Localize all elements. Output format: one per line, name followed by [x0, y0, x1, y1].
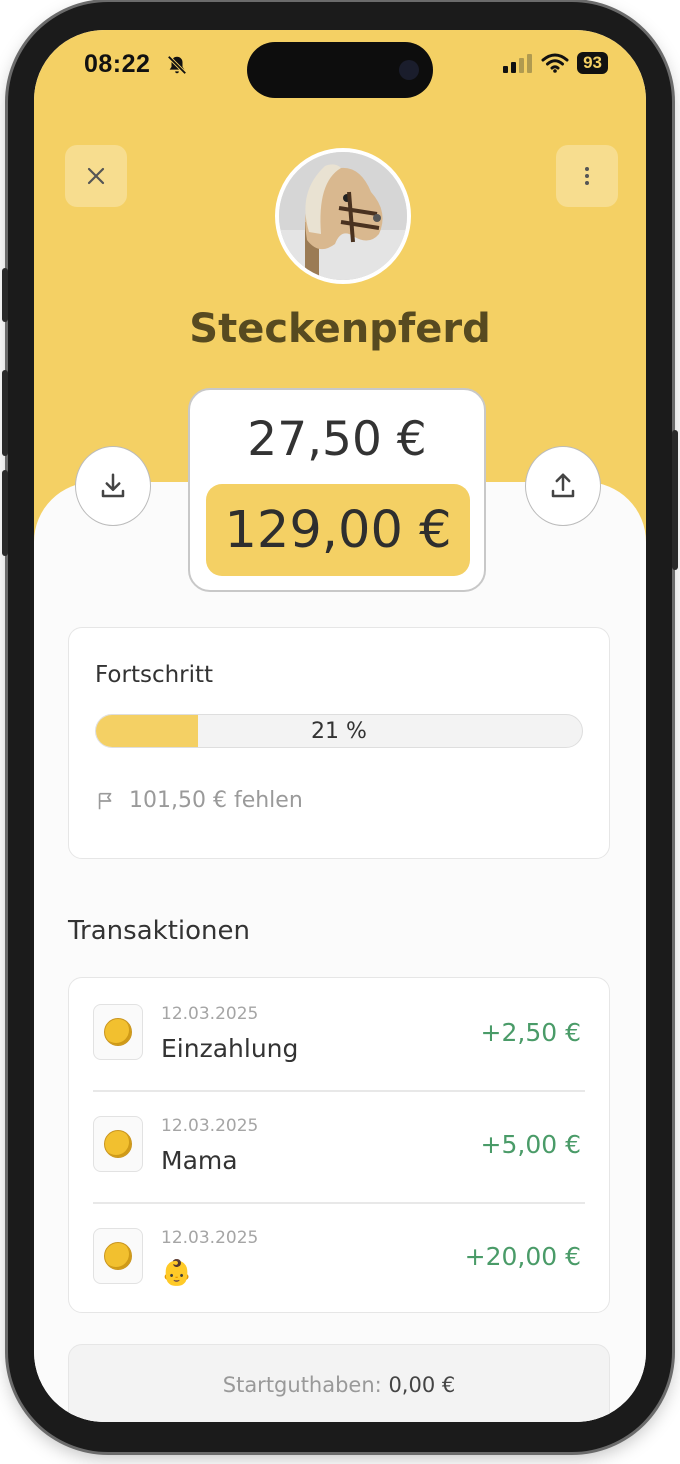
close-icon: [87, 167, 105, 185]
start-balance-label: Startguthaben:: [222, 1373, 382, 1397]
current-amount: 27,50 €: [247, 412, 427, 467]
transaction-name: 👶: [161, 1258, 193, 1287]
status-time: 08:22: [84, 50, 151, 78]
coin-icon: [104, 1130, 132, 1158]
transaction-icon: [93, 1004, 143, 1060]
start-balance: Startguthaben: 0,00 €: [68, 1344, 610, 1422]
coin-icon: [104, 1242, 132, 1270]
screen: 08:22 93 Steckenpferd 27,50 € 129,00 € F…: [34, 30, 646, 1422]
transaction-amount: +5,00 €: [480, 1130, 581, 1159]
amount-card: 27,50 € 129,00 €: [188, 388, 486, 592]
transaction-date: 12.03.2025: [161, 1116, 259, 1136]
transactions-title: Transaktionen: [68, 916, 250, 946]
more-options-button[interactable]: [556, 145, 618, 207]
withdraw-button[interactable]: [525, 446, 601, 526]
download-icon: [101, 473, 125, 498]
start-balance-value: 0,00 €: [388, 1373, 456, 1397]
phone-side-button: [2, 470, 8, 556]
transaction-name: Einzahlung: [161, 1034, 299, 1063]
hobby-horse-image: [279, 152, 407, 280]
phone-side-button: [2, 370, 8, 456]
goal-amount: 129,00 €: [206, 484, 470, 576]
transactions-card: 12.03.2025 Einzahlung +2,50 € 12.03.2025…: [68, 977, 610, 1313]
camera-icon: [399, 60, 419, 80]
upload-icon: [551, 473, 575, 498]
transaction-name: Mama: [161, 1146, 238, 1175]
transaction-date: 12.03.2025: [161, 1228, 259, 1248]
transaction-date: 12.03.2025: [161, 1004, 259, 1024]
coin-icon: [104, 1018, 132, 1046]
bell-off-icon: [167, 55, 187, 75]
transaction-icon: [93, 1116, 143, 1172]
transaction-amount: +20,00 €: [464, 1242, 581, 1271]
missing-amount: 101,50 € fehlen: [95, 788, 303, 813]
signal-icon: [503, 54, 533, 73]
deposit-button[interactable]: [75, 446, 151, 526]
progress-label: Fortschritt: [95, 662, 214, 688]
phone-side-button: [672, 430, 678, 570]
battery-indicator: 93: [577, 52, 608, 74]
dynamic-island: [247, 42, 433, 98]
missing-amount-text: 101,50 € fehlen: [129, 788, 303, 813]
progress-percent: 21 %: [311, 718, 367, 744]
more-vertical-icon: [585, 167, 589, 185]
status-indicators: 93: [503, 52, 608, 74]
progress-bar: 21 %: [95, 714, 583, 748]
phone-side-button: [2, 268, 8, 322]
transaction-row[interactable]: 12.03.2025 Einzahlung +2,50 €: [93, 978, 585, 1090]
flag-icon: [98, 792, 112, 809]
transaction-row[interactable]: 12.03.2025 👶 +20,00 €: [93, 1202, 585, 1314]
goal-avatar[interactable]: [275, 148, 411, 284]
transaction-row[interactable]: 12.03.2025 Mama +5,00 €: [93, 1090, 585, 1202]
transaction-icon: [93, 1228, 143, 1284]
close-button[interactable]: [65, 145, 127, 207]
goal-title: Steckenpferd: [189, 306, 491, 352]
transaction-amount: +2,50 €: [480, 1018, 581, 1047]
progress-card: Fortschritt 21 % 101,50 € fehlen: [68, 627, 610, 859]
wifi-icon: [541, 53, 569, 73]
